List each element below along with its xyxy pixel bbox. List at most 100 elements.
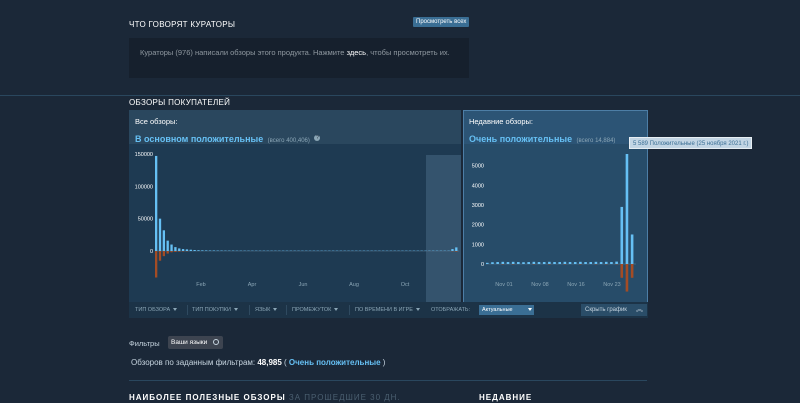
filter-date-range-label: ПРОМЕЖУТОК <box>292 307 332 313</box>
positive-bar <box>208 250 212 251</box>
positive-bar <box>486 262 489 264</box>
all-reviews-chart: 150000 100000 50000 0 Feb Apr Jun Aug Oct <box>135 152 461 302</box>
curators-link[interactable]: здесь <box>347 48 366 57</box>
positive-bar <box>610 262 613 264</box>
negative-bar <box>625 264 629 292</box>
see-all-curators-button[interactable]: Просмотреть всех <box>413 17 470 27</box>
language-filter-chip[interactable]: Ваши языки <box>168 336 224 349</box>
most-helpful-period: ЗА ПРОШЕДШИЕ 30 ДН. <box>288 393 401 402</box>
x-tick-label: Apr <box>248 282 257 288</box>
negative-bar <box>162 251 166 257</box>
positive-bar <box>553 262 556 264</box>
negative-bar <box>630 264 634 278</box>
positive-bar <box>573 262 577 264</box>
positive-bar <box>455 247 458 251</box>
display-label: ОТОБРАЖАТЬ: <box>431 307 471 313</box>
positive-bar <box>162 230 166 251</box>
recent-reviews-label: Недавние обзоры: <box>469 117 534 126</box>
positive-bar <box>589 262 593 264</box>
positive-bar <box>496 262 499 264</box>
positive-bar <box>166 240 169 251</box>
hide-graph-label: Скрыть график <box>585 307 627 313</box>
positive-bar <box>170 244 173 251</box>
display-select[interactable]: Актуальные <box>479 305 534 315</box>
filters-label: Фильтры <box>129 339 160 348</box>
x-tick-label: Oct <box>401 282 410 288</box>
positive-bar <box>620 206 624 264</box>
curators-text-after: , чтобы просмотреть их. <box>366 48 450 57</box>
y-tick-label: 150000 <box>135 152 153 158</box>
filter-purchase-type[interactable]: ТИП ПОКУПКИ <box>192 302 238 318</box>
all-reviews-label: Все обзоры: <box>135 117 178 126</box>
filter-separator <box>249 305 250 315</box>
chart-range-selector[interactable] <box>426 155 461 302</box>
positive-bar <box>537 262 541 264</box>
positive-bar <box>532 261 536 264</box>
curators-title: ЧТО ГОВОРЯТ КУРАТОРЫ <box>129 20 236 29</box>
filter-date-range[interactable]: ПРОМЕЖУТОК <box>292 302 339 318</box>
divider <box>129 380 647 381</box>
y-tick-label: 100000 <box>135 184 153 190</box>
positive-bar <box>517 262 520 264</box>
negative-bar <box>170 251 173 253</box>
all-reviews-chart-area: 150000 100000 50000 0 Feb Apr Jun Aug Oct <box>129 144 461 302</box>
positive-bar <box>491 262 494 264</box>
chevron-down-icon <box>173 308 178 312</box>
positive-bar <box>197 250 200 251</box>
negative-bar <box>166 251 169 254</box>
negative-bar <box>174 251 177 252</box>
x-tick-label: Feb <box>196 282 205 288</box>
x-tick-label: Nov 01 <box>495 282 512 288</box>
y-tick-label: 1000 <box>472 242 484 248</box>
x-tick-label: Aug <box>349 282 359 288</box>
chevron-down-icon <box>334 308 339 312</box>
positive-bar <box>542 262 546 264</box>
most-helpful-title: НАИБОЛЕЕ ПОЛЕЗНЫЕ ОБЗОРЫ <box>129 393 286 402</box>
double-chevron-up-icon: ︽ <box>636 306 643 313</box>
negative-bar <box>455 251 458 252</box>
positive-bar <box>548 261 551 264</box>
recent-heading: НЕДАВНИЕ <box>479 393 533 402</box>
filtered-count-prefix: Обзоров по заданным фильтрам: <box>131 358 258 367</box>
positive-bar <box>630 234 634 264</box>
filter-separator <box>286 305 287 315</box>
all-reviews-summary[interactable]: В основном положительные <box>135 134 263 144</box>
positive-bar <box>527 262 530 264</box>
help-icon[interactable]: ? <box>314 134 321 141</box>
bar-tooltip: 5 589 Положительные (25 ноября 2021 г.) <box>629 137 753 149</box>
positive-bar <box>511 261 515 264</box>
filter-review-type[interactable]: ТИП ОБЗОРА <box>135 302 178 318</box>
chevron-down-icon <box>415 308 420 312</box>
positive-bar <box>522 262 525 264</box>
negative-bar <box>178 251 181 252</box>
positive-bar <box>155 155 158 251</box>
positive-bar <box>201 250 204 251</box>
y-tick-label: 4000 <box>472 183 484 189</box>
filter-separator <box>187 305 188 315</box>
y-tick-label: 0 <box>481 262 484 268</box>
positive-bar <box>181 249 185 251</box>
positive-bar <box>178 248 181 251</box>
hide-graph-button[interactable]: Скрыть график ︽ <box>581 304 647 316</box>
x-tick-label: Nov 23 <box>603 282 620 288</box>
positive-bar <box>579 261 582 264</box>
positive-bar <box>558 262 561 264</box>
filter-playtime[interactable]: ПО ВРЕМЕНИ В ИГРЕ <box>355 302 420 318</box>
x-tick-label: Nov 08 <box>531 282 548 288</box>
chevron-down-icon <box>273 308 278 312</box>
filter-separator <box>349 305 350 315</box>
filtered-count-paren: ( <box>281 358 289 367</box>
positive-bar <box>185 249 189 251</box>
positive-bar <box>604 261 608 264</box>
positive-bar <box>594 261 598 264</box>
filter-language-label: ЯЗЫК <box>255 307 271 313</box>
most-helpful-heading: НАИБОЛЕЕ ПОЛЕЗНЫЕ ОБЗОРЫ ЗА ПРОШЕДШИЕ 30… <box>129 393 401 402</box>
recent-reviews-summary[interactable]: Очень положительные <box>469 134 572 144</box>
remove-filter-icon[interactable] <box>213 339 220 345</box>
positive-bar <box>158 218 162 251</box>
negative-bar <box>158 251 162 261</box>
recent-reviews-chart: 5000 4000 3000 2000 1000 0 Nov 01 Nov 08 Nov 16 N… <box>472 154 636 292</box>
y-tick-label: 50000 <box>138 217 153 223</box>
filtered-count-summary[interactable]: Очень положительные <box>289 358 381 367</box>
filter-language[interactable]: ЯЗЫК <box>255 302 278 318</box>
